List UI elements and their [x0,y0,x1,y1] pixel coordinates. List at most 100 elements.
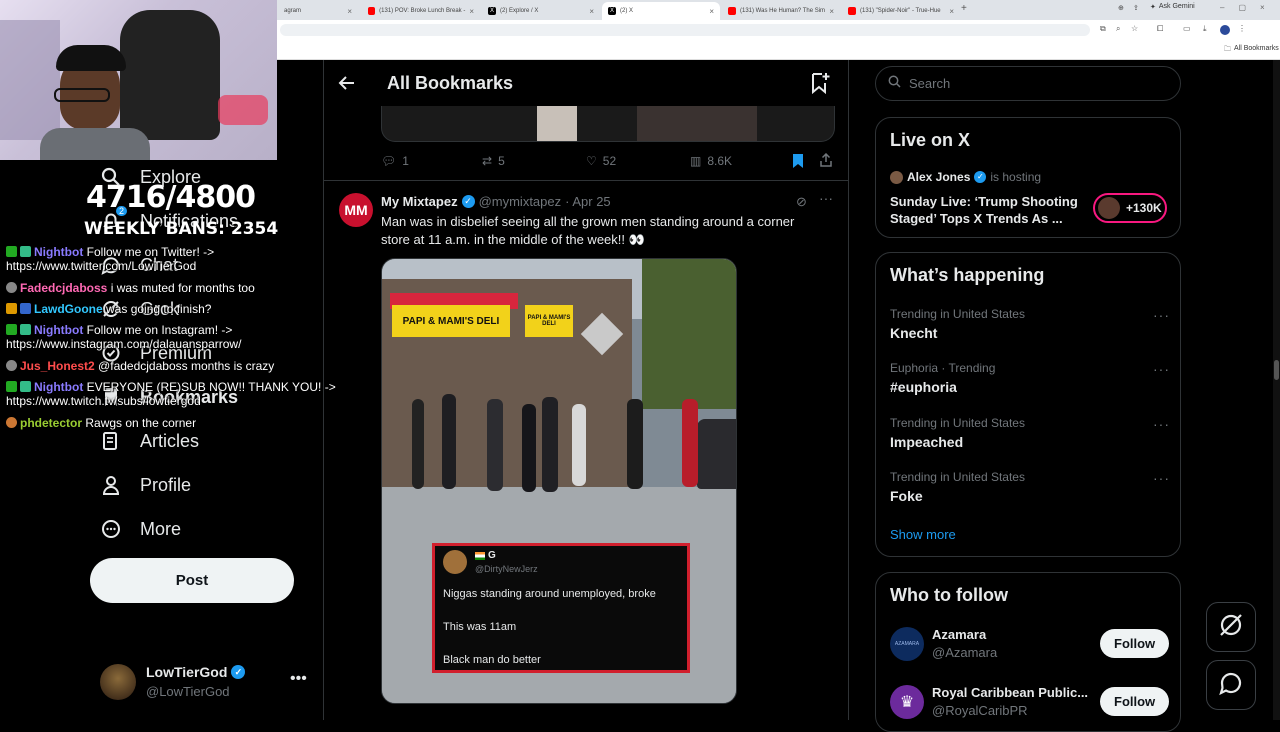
browser-tab[interactable]: agram × [278,2,358,20]
store-sign: PAPI & MAMI'S DELI [525,305,573,337]
live-hosting-label: is hosting [990,170,1042,184]
youtube-icon [368,7,376,15]
new-tab-icon[interactable]: + [961,3,967,14]
more-dots-icon[interactable]: ··· [819,190,833,206]
sidebar-icon[interactable]: ▭ [1183,24,1191,33]
chat-text: Follow me on Twitter! -> [86,245,215,259]
account-handle: @RoyalCaribPR [932,703,1028,718]
download-icon[interactable]: ⤓ [1203,24,1207,34]
zoom-icon[interactable]: ⊕ [1118,4,1124,12]
avatar [1098,197,1120,219]
trend-meta: Trending in United States [890,470,1025,484]
nav-label: Profile [140,474,192,495]
nav-explore[interactable]: Explore [100,166,201,188]
tweet-author-name[interactable]: My Mixtapez [381,194,458,209]
repost-button[interactable]: ⇄ 5 [482,154,505,168]
quoted-handle: @DirtyNewJerz [475,564,538,574]
trend-item[interactable]: Trending in United States Knecht ··· [890,307,1170,341]
search-icon[interactable]: ⌕ [1116,24,1120,34]
search-input[interactable]: Search [875,66,1181,101]
more-dots-icon[interactable]: ··· [1153,361,1170,377]
tweet-text-line: store at 11 a.m. in the middle of the we… [381,232,645,247]
menu-icon[interactable]: ⋮ [1238,24,1246,33]
views-button[interactable]: ▥ 8.6K [690,154,732,168]
bookmarks-header: All Bookmarks [324,60,848,106]
browser-tab[interactable]: (131) POV: Broke Lunch Break - × [362,2,480,20]
browser-tab[interactable]: (131) "Spider-Noir" - True-Hue × [842,2,960,20]
bookmark-star-icon[interactable]: ☆ [1131,24,1138,33]
show-more-link[interactable]: Show more [890,527,956,542]
bookmark-filled-icon[interactable] [792,154,804,173]
url-input[interactable] [280,24,1090,36]
more-dots-icon[interactable]: ··· [1153,307,1170,323]
chat-message: Nightbot Follow me on Instagram! -> https… [6,323,241,351]
account-name: Royal Caribbean Public... [932,685,1089,700]
person-icon [100,474,122,496]
close-icon[interactable]: × [709,7,714,16]
live-listeners-pill[interactable]: +130K [1093,193,1167,223]
share-icon[interactable] [819,152,833,172]
back-arrow-icon[interactable] [338,74,356,97]
scrollbar[interactable] [1273,60,1280,720]
grok-float-button[interactable] [1206,602,1256,652]
ask-gemini-button[interactable]: ✦ Ask Gemini [1150,3,1195,11]
more-dots-icon[interactable]: ··· [1153,470,1170,486]
messages-float-button[interactable] [1206,660,1256,710]
scrollbar-thumb[interactable] [1274,360,1279,380]
account-switcher[interactable]: LowTierGod ✓ @LowTierGod ••• [100,662,318,702]
nav-profile[interactable]: Profile [100,474,191,496]
follow-suggestion[interactable]: AZAMARA Azamara @Azamara Follow [890,625,1170,665]
follow-button[interactable]: Follow [1100,629,1170,658]
window-controls[interactable]: –▢× [1220,3,1279,12]
reply-button[interactable]: 💬︎ 1 [381,154,409,168]
views-icon: ▥ [690,154,702,168]
trend-meta: Trending in United States [890,416,1025,430]
post-button[interactable]: Post [90,558,294,603]
trend-item[interactable]: Euphoria · Trending #euphoria ··· [890,361,1170,395]
live-host-row[interactable]: Alex Jones ✓ is hosting [890,170,1041,184]
live-headline[interactable]: Sunday Live: ‘Trump Shooting Staged’ Tops… [890,193,1078,227]
trend-item[interactable]: Trending in United States Impeached ··· [890,416,1170,450]
avatar[interactable] [1220,25,1230,35]
live-headline-line: Staged’ Tops X Trends As ... [890,211,1063,226]
trend-item[interactable]: Trending in United States Foke ··· [890,470,1170,504]
close-icon[interactable]: × [949,7,954,16]
follow-button[interactable]: Follow [1100,687,1170,716]
youtube-icon [848,7,856,15]
share-icon[interactable]: ⇪ [1133,4,1139,12]
verified-icon: ✓ [231,665,246,679]
account-name: LowTierGod [146,664,228,680]
repost-count: 5 [498,154,505,168]
close-icon[interactable]: × [829,7,834,16]
more-dots-icon[interactable]: ••• [290,670,307,688]
chat-text: i was muted for months too [110,281,255,295]
tweet-author-handle[interactable]: @mymixtapez [479,194,562,209]
tweet-image[interactable]: PAPI & MAMI'S DELI PAPI & MAMI'S DELI G … [381,258,737,704]
close-icon[interactable]: × [589,7,594,16]
browser-tab-active[interactable]: X (2) X × [602,2,720,20]
extensions-icon[interactable]: ⧠ [1157,24,1163,34]
all-bookmarks-folder[interactable]: 🗀 All Bookmarks [1224,45,1279,56]
close-icon[interactable]: × [347,7,352,16]
avatar[interactable]: MM [339,193,373,227]
nav-more[interactable]: More [100,518,181,540]
close-icon[interactable]: × [469,7,474,16]
tab-label: (2) Explore / X [500,8,539,14]
car [697,419,736,489]
repost-icon: ⇄ [482,154,493,168]
previous-tweet-media[interactable] [381,106,835,142]
add-bookmark-folder-icon[interactable] [810,72,830,99]
tweet-date[interactable]: · Apr 25 [565,194,611,209]
grok-icon[interactable]: ⊘ [796,194,807,210]
folder-icon: 🗀 [1224,46,1231,53]
follow-suggestion[interactable]: ♛ Royal Caribbean Public... @RoyalCaribP… [890,683,1170,723]
browser-tab[interactable]: (131) Was He Human? The Sim × [722,2,840,20]
browser-tab[interactable]: X (2) Explore / X × [482,2,600,20]
chat-text: https://www.twitch.tv/subs/lowtiergod [6,394,201,408]
person [627,399,643,489]
more-dots-icon[interactable]: ··· [1153,416,1170,432]
nav-articles[interactable]: Articles [100,430,199,452]
translate-icon[interactable]: ⧉ [1100,24,1106,34]
like-button[interactable]: ♡ 52 [586,154,616,168]
panel-title: Who to follow [890,585,1008,605]
